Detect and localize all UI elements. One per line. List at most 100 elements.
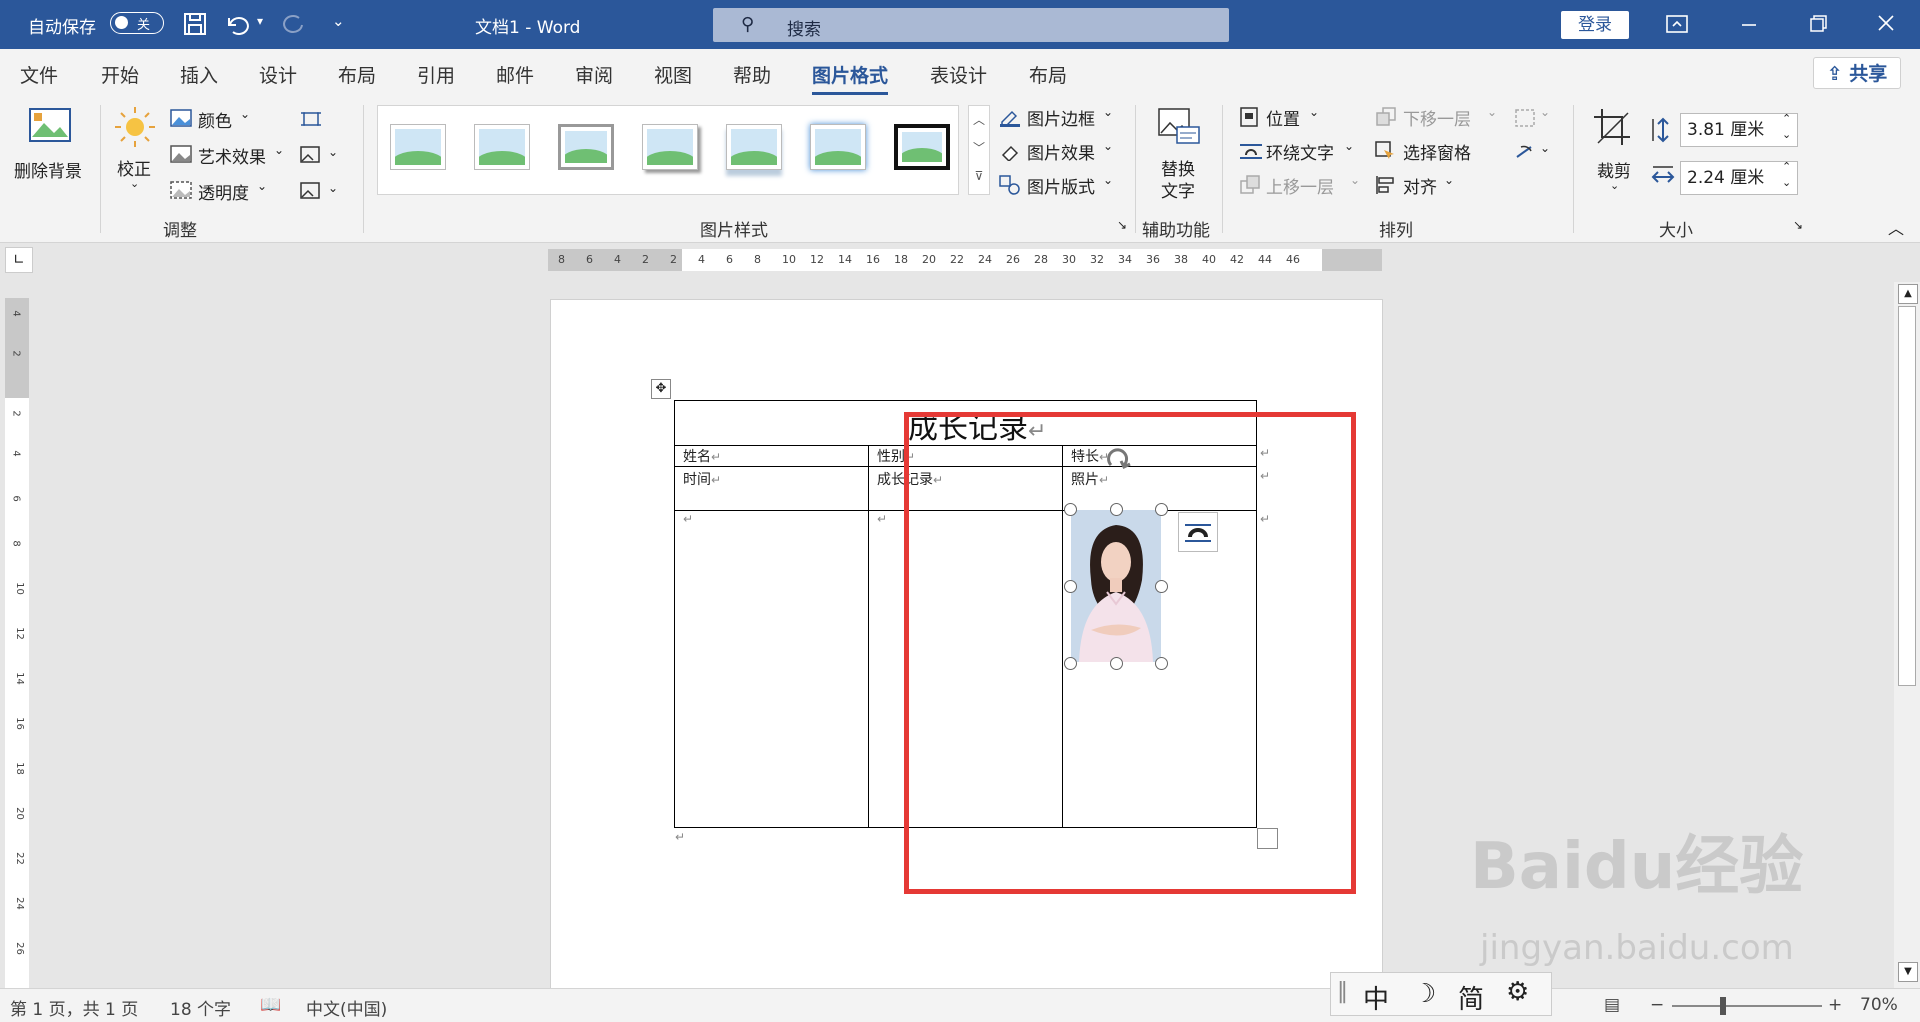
share-button[interactable]: ⇪ 共享 [1813,57,1901,89]
style-thumb-3[interactable] [558,124,614,170]
style-thumb-6[interactable] [810,124,866,170]
picture-border-label[interactable]: 图片边框 [1027,105,1095,130]
zoom-slider-thumb[interactable] [1720,997,1726,1015]
alt-text-label-2[interactable]: 文字 [1161,177,1195,202]
change-picture-icon[interactable] [300,145,324,165]
send-backward-icon[interactable] [1375,107,1397,127]
login-button[interactable]: 登录 [1561,11,1629,39]
style-thumb-4[interactable] [642,124,698,170]
group-objects-dropdown-icon[interactable]: ⌄ [1540,105,1550,119]
tab-insert[interactable]: 插入 [180,61,218,88]
web-layout-icon[interactable]: ▤ [1604,995,1620,1015]
page-count[interactable]: 第 1 页，共 1 页 [10,995,138,1020]
transparency-icon[interactable] [170,181,192,199]
crop-icon[interactable] [1592,107,1632,147]
remove-background-label[interactable]: 删除背景 [14,157,82,182]
zoom-in-icon[interactable]: + [1828,995,1842,1015]
ime-punctuation-icon[interactable]: ☽ [1413,979,1436,1009]
restore-icon[interactable] [1808,14,1830,34]
zoom-out-icon[interactable]: − [1650,995,1664,1015]
word-count[interactable]: 18 个字 [170,995,231,1020]
scroll-up-icon[interactable]: ▲ [1898,284,1918,304]
gallery-up-icon[interactable]: ︿ [969,106,989,134]
color-label[interactable]: 颜色 [198,107,232,132]
corrections-dropdown-icon[interactable]: ⌄ [130,177,139,190]
tab-help[interactable]: 帮助 [733,61,771,88]
tab-review[interactable]: 审阅 [575,61,613,88]
ime-chinese-mode[interactable]: 中 [1363,979,1389,1016]
picture-effects-dropdown-icon[interactable]: ⌄ [1103,139,1113,153]
alt-text-icon[interactable] [1157,107,1201,147]
align-icon[interactable] [1375,175,1397,195]
color-dropdown-icon[interactable]: ⌄ [240,107,250,121]
selection-pane-icon[interactable] [1375,141,1397,161]
bring-forward-label[interactable]: 上移一层 [1266,173,1334,198]
styles-dialog-launcher-icon[interactable]: ↘ [1117,218,1127,232]
height-field[interactable]: 3.81 厘米 [1680,113,1798,147]
send-backward-label[interactable]: 下移一层 [1403,105,1471,130]
artistic-effects-dropdown-icon[interactable]: ⌄ [274,143,284,157]
wrap-text-icon[interactable] [1239,141,1263,161]
tab-file[interactable]: 文件 [20,61,58,88]
tab-table-layout[interactable]: 布局 [1029,61,1067,88]
redo-icon[interactable] [282,12,308,36]
selection-pane-label[interactable]: 选择窗格 [1403,139,1471,164]
picture-border-icon[interactable] [999,107,1021,127]
customize-qat-icon[interactable]: ⌄ [332,12,345,30]
picture-effects-label[interactable]: 图片效果 [1027,139,1095,164]
bring-forward-dropdown-icon[interactable]: ⌄ [1350,173,1360,187]
group-objects-icon[interactable] [1513,107,1537,129]
gallery-scroll[interactable]: ︿ ﹀ ⊽ [968,105,990,195]
transparency-label[interactable]: 透明度 [198,179,249,204]
width-spinner[interactable]: ⌃ ⌄ [1782,159,1791,191]
ime-simplified-mode[interactable]: 简 [1458,979,1484,1016]
zoom-level[interactable]: 70% [1860,995,1898,1015]
ime-grip-icon[interactable]: ‖ [1337,979,1348,1004]
picture-layout-icon[interactable] [999,175,1021,195]
picture-styles-gallery[interactable] [377,105,959,195]
rotate-icon[interactable] [1513,141,1537,163]
ribbon-display-icon[interactable] [1666,14,1688,34]
vertical-scrollbar[interactable]: ▲ ▼ [1894,282,1920,988]
style-thumb-5[interactable] [726,124,782,170]
transparency-dropdown-icon[interactable]: ⌄ [257,179,267,193]
cell-name[interactable]: 姓名↵ [683,446,721,466]
tab-view[interactable]: 视图 [654,61,692,88]
wrap-text-dropdown-icon[interactable]: ⌄ [1344,139,1354,153]
picture-border-dropdown-icon[interactable]: ⌄ [1103,105,1113,119]
style-thumb-1[interactable] [390,124,446,170]
vertical-ruler[interactable]: 4 2 2 4 6 8 10 12 14 16 18 20 22 24 26 [5,298,29,988]
tab-design[interactable]: 设计 [259,61,297,88]
search-box[interactable]: ⚲ 搜索 [713,8,1229,42]
gallery-down-icon[interactable]: ﹀ [969,134,989,162]
close-icon[interactable] [1875,14,1897,34]
tab-mailings[interactable]: 邮件 [496,61,534,88]
compress-pictures-icon[interactable] [300,109,322,129]
height-spinner[interactable]: ⌃ ⌄ [1782,111,1791,143]
tab-home[interactable]: 开始 [101,61,139,88]
corrections-icon[interactable] [113,105,157,149]
style-thumb-7[interactable] [894,124,950,170]
bring-forward-icon[interactable] [1239,175,1261,195]
artistic-effects-icon[interactable] [170,145,192,163]
align-dropdown-icon[interactable]: ⌄ [1444,173,1454,187]
artistic-effects-label[interactable]: 艺术效果 [198,143,266,168]
tab-layout[interactable]: 布局 [338,61,376,88]
save-icon[interactable] [183,12,207,36]
remove-background-icon[interactable] [28,107,72,143]
position-dropdown-icon[interactable]: ⌄ [1309,105,1319,119]
scroll-down-icon[interactable]: ▼ [1898,962,1918,982]
proofing-icon[interactable]: 📖 [260,995,281,1015]
tab-references[interactable]: 引用 [417,61,455,88]
autosave-toggle[interactable]: 关 [110,12,164,34]
send-backward-dropdown-icon[interactable]: ⌄ [1487,105,1497,119]
ime-settings-icon[interactable]: ⚙ [1506,977,1529,1007]
style-thumb-2[interactable] [474,124,530,170]
position-icon[interactable] [1239,107,1261,127]
color-icon[interactable] [170,109,192,127]
scroll-thumb[interactable] [1898,306,1916,686]
reset-picture-icon[interactable] [300,181,324,201]
wrap-text-label[interactable]: 环绕文字 [1266,139,1334,164]
language[interactable]: 中文(中国) [306,995,387,1020]
picture-effects-icon[interactable] [999,141,1021,161]
